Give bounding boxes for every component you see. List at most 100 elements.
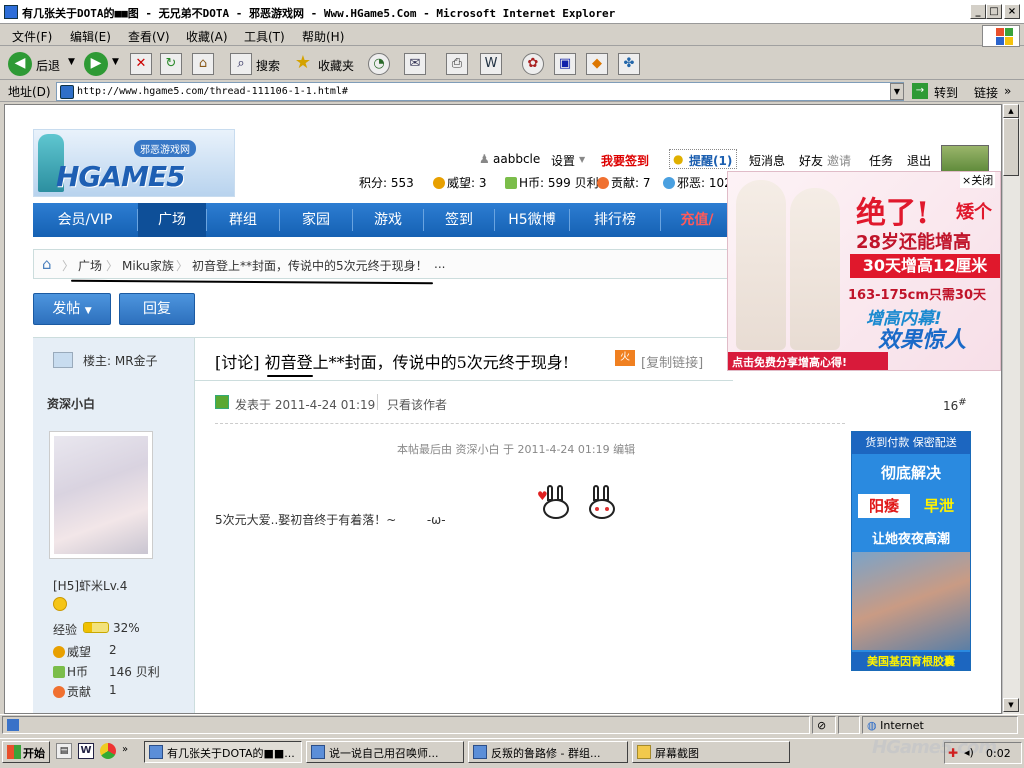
home-crumb-icon[interactable]: ⌂ xyxy=(42,256,58,272)
start-button[interactable]: 开始 xyxy=(2,741,50,763)
scroll-down-icon[interactable]: ▼ xyxy=(1003,698,1019,712)
nav-square[interactable]: 广场 xyxy=(138,203,206,237)
settings-link[interactable]: 设置 xyxy=(551,152,575,169)
nav-home[interactable]: 家园 xyxy=(280,203,352,237)
forward-dropdown-icon[interactable]: ▼ xyxy=(112,57,119,67)
menu-edit[interactable]: 编辑(E) xyxy=(70,28,111,45)
ad-cta[interactable]: 点击免费分享增高心得! xyxy=(728,352,888,370)
tray-network-icon[interactable]: ✚ xyxy=(948,746,958,760)
friends-link[interactable]: 好友 xyxy=(799,152,823,169)
invite-link[interactable]: 邀请 xyxy=(827,152,851,169)
settings-dropdown-icon[interactable]: ▼ xyxy=(579,155,585,164)
author-avatar[interactable] xyxy=(49,431,153,559)
taskbar-item-ie-3[interactable]: 反叛的鲁路修 - 群组... xyxy=(468,741,628,763)
forward-arrow-icon[interactable]: ▶ xyxy=(84,52,108,76)
menu-file[interactable]: 文件(F) xyxy=(12,28,52,45)
taskbar-item-ie[interactable]: 有几张关于DOTA的■■... xyxy=(144,741,302,763)
history-icon[interactable]: ◔ xyxy=(368,53,390,75)
crumb-miku[interactable]: Miku家族 xyxy=(122,257,174,274)
back-arrow-icon[interactable]: ◀ xyxy=(8,52,32,76)
search-button-label[interactable]: 搜索 xyxy=(256,57,280,74)
reply-button[interactable]: 回复 xyxy=(119,293,195,325)
links-chevron-icon[interactable]: » xyxy=(1004,84,1011,98)
ad-line-4: 163-175cm只需30天 xyxy=(848,288,987,303)
prestige-icon xyxy=(433,177,445,189)
copy-link[interactable]: [复制链接] xyxy=(641,352,703,371)
nav-vip[interactable]: 会员/VIP xyxy=(33,203,137,237)
floor-number[interactable]: 16# xyxy=(943,397,967,413)
privacy-icon[interactable]: ⊘ xyxy=(812,716,836,734)
nav-groups[interactable]: 群组 xyxy=(207,203,279,237)
menu-help[interactable]: 帮助(H) xyxy=(302,28,344,45)
tray-volume-icon[interactable]: ◂) xyxy=(964,746,974,759)
scrollbar-thumb[interactable] xyxy=(1003,118,1019,176)
close-button[interactable]: × xyxy=(1004,4,1020,19)
top-advertisement[interactable]: ×关闭 绝了! 矮个 28岁还能增高 30天增高12厘米 163-175cm只需… xyxy=(727,171,1001,371)
nav-ranking[interactable]: 排行榜 xyxy=(570,203,660,237)
edit-notice: 本帖最后由 资深小白 于 2011-4-24 01:19 编辑 xyxy=(397,443,636,456)
nav-checkin[interactable]: 签到 xyxy=(424,203,494,237)
post-divider xyxy=(215,423,845,424)
back-button-label[interactable]: 后退 xyxy=(36,57,60,74)
links-button[interactable]: 链接 xyxy=(974,84,998,101)
quicklaunch-word-icon[interactable]: W xyxy=(78,743,94,759)
window-title: 有几张关于DOTA的■■图 - 无兄弟不DOTA - 邪恶游戏网 - Www.H… xyxy=(22,7,616,20)
ad-close[interactable]: ×关闭 xyxy=(960,172,996,188)
side-advertisement[interactable]: 货到付款 保密配送 彻底解决 阳痿 早泄 让她夜夜高潮 美国基因育根胶囊 xyxy=(851,431,971,671)
crumb-thread[interactable]: 初音登上**封面，传说中的5次元终于现身！ xyxy=(192,257,428,274)
messenger-icon[interactable]: ✿ xyxy=(522,53,544,75)
plugin-icon[interactable]: ✤ xyxy=(618,53,640,75)
back-dropdown-icon[interactable]: ▼ xyxy=(68,57,75,67)
taskbar-item-folder[interactable]: 屏幕截图 xyxy=(632,741,790,763)
clock[interactable]: 0:02 xyxy=(986,747,1011,760)
nav-weibo[interactable]: H5微博 xyxy=(495,203,569,237)
refresh-icon[interactable]: ↻ xyxy=(160,53,182,75)
exp-bar xyxy=(83,622,109,633)
minimize-button[interactable]: _ xyxy=(970,4,986,19)
window-title-bar[interactable]: 有几张关于DOTA的■■图 - 无兄弟不DOTA - 邪恶游戏网 - Www.H… xyxy=(0,0,1024,24)
site-logo[interactable]: 邪恶游戏网 HGAME5 xyxy=(33,129,235,197)
crumb-more[interactable]: ... xyxy=(434,257,445,271)
tasks-link[interactable]: 任务 xyxy=(869,152,893,169)
addon-icon[interactable]: ◆ xyxy=(586,53,608,75)
search-icon[interactable]: ⌕ xyxy=(230,53,252,75)
main-nav: 会员/VIP 广场 群组 家园 游戏 签到 H5微博 排行榜 充值/ xyxy=(33,203,733,237)
taskbar-item-ie-2[interactable]: 说一说自己用召唤师... xyxy=(306,741,464,763)
print-icon[interactable]: ⎙ xyxy=(446,53,468,75)
ad-headline-b: 矮个 xyxy=(956,202,992,223)
address-input[interactable]: http://www.hgame5.com/thread-111106-1-1.… xyxy=(56,82,904,101)
address-label: 地址(D) xyxy=(8,85,51,99)
logout-link[interactable]: 退出 xyxy=(907,152,931,169)
mail-icon[interactable]: ✉ xyxy=(404,53,426,75)
edit-word-icon[interactable]: W xyxy=(480,53,502,75)
user-avatar[interactable] xyxy=(941,145,989,173)
quicklaunch-more-icon[interactable]: » xyxy=(122,744,128,755)
menu-tools[interactable]: 工具(T) xyxy=(244,28,285,45)
home-icon[interactable]: ⌂ xyxy=(192,53,214,75)
go-arrow-icon[interactable]: → xyxy=(912,83,928,99)
address-dropdown-icon[interactable]: ▼ xyxy=(890,83,904,100)
crumb-square[interactable]: 广场 xyxy=(78,257,102,274)
quicklaunch-desktop-icon[interactable]: ▤ xyxy=(56,743,72,759)
username-link[interactable]: aabbcle xyxy=(493,152,540,166)
quicklaunch-chrome-icon[interactable] xyxy=(100,743,116,759)
nav-recharge[interactable]: 充值/ xyxy=(661,203,733,237)
bunny-emoticon-icon: ♥ xyxy=(537,485,629,527)
favorites-button-label[interactable]: 收藏夹 xyxy=(318,57,354,74)
tool-icon[interactable]: ▣ xyxy=(554,53,576,75)
remind-link[interactable]: 提醒(1) xyxy=(689,152,732,169)
only-author-link[interactable]: 只看该作者 xyxy=(387,396,447,413)
post-button[interactable]: 发帖 ▼ xyxy=(33,293,111,325)
author-name[interactable]: 资深小白 xyxy=(47,395,95,412)
go-button[interactable]: 转到 xyxy=(934,84,958,101)
vertical-scrollbar[interactable] xyxy=(1002,104,1020,714)
nav-games[interactable]: 游戏 xyxy=(353,203,423,237)
scroll-up-icon[interactable]: ▲ xyxy=(1003,104,1019,118)
sms-link[interactable]: 短消息 xyxy=(749,152,785,169)
favorites-star-icon[interactable]: ★ xyxy=(292,53,314,75)
menu-view[interactable]: 查看(V) xyxy=(128,28,170,45)
stop-icon[interactable]: ✕ xyxy=(130,53,152,75)
menu-favorites[interactable]: 收藏(A) xyxy=(186,28,228,45)
checkin-link[interactable]: 我要签到 xyxy=(601,152,649,169)
maximize-button[interactable]: □ xyxy=(986,4,1002,19)
